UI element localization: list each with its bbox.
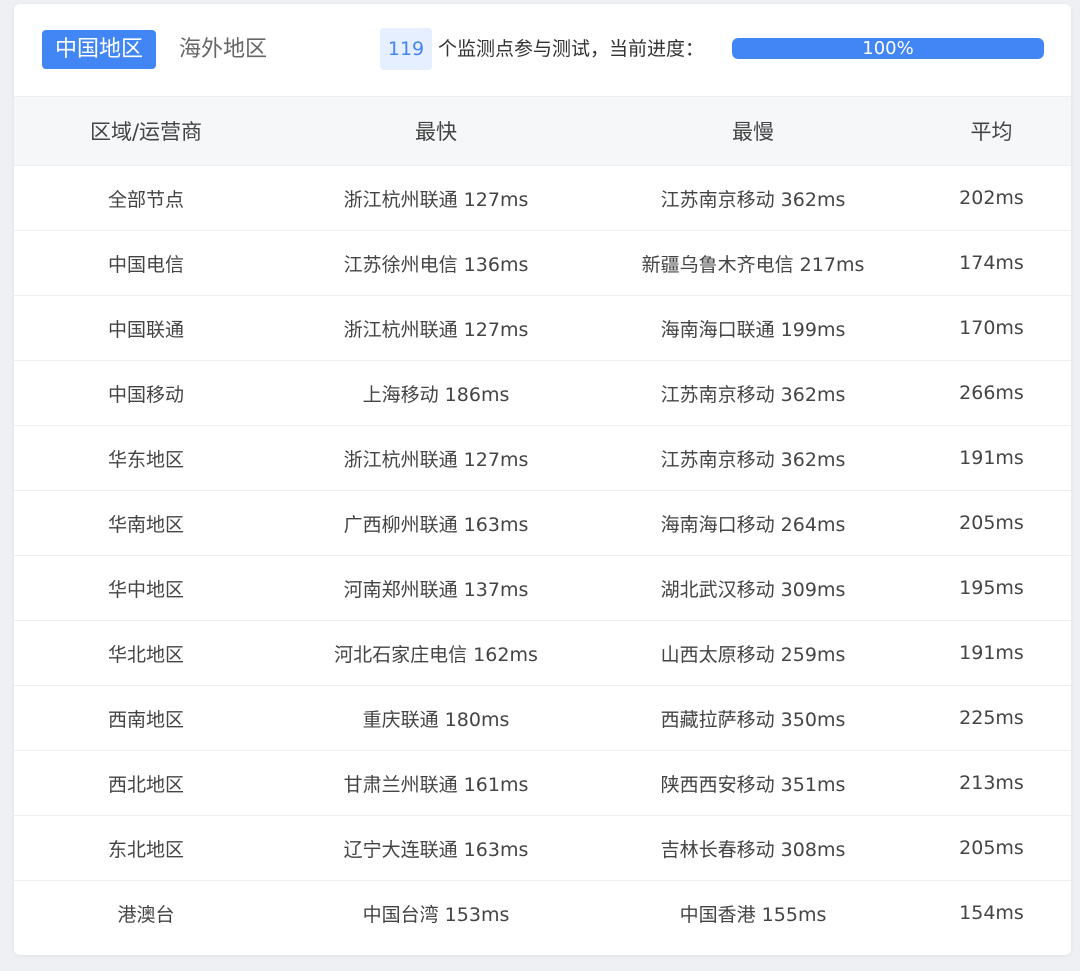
results-table: 区域/运营商 最快 最慢 平均 全部节点 浙江杭州联通 127ms 江苏南京移动 3… [14, 96, 1071, 946]
column-header-average: 平均 [912, 96, 1071, 166]
fastest-cell: 河北石家庄电信 162ms [278, 620, 594, 686]
average-cell: 191ms [912, 425, 1071, 491]
average-cell: 174ms [912, 230, 1071, 296]
region-cell: 东北地区 [14, 815, 278, 881]
table-row: 华北地区 河北石家庄电信 162ms 山西太原移动 259ms 191ms [14, 620, 1071, 686]
average-cell: 154ms [959, 902, 1024, 925]
column-header-slowest: 最慢 [594, 96, 912, 166]
region-cell: 中国联通 [14, 295, 278, 361]
progress-percent: 100% [862, 38, 914, 59]
average-cell: 202ms [912, 165, 1071, 231]
region-cell: 华北地区 [14, 620, 278, 686]
table-header-row: 区域/运营商 最快 最慢 平均 [14, 96, 1071, 166]
progress-bar: 100% [732, 38, 1044, 59]
region-cell: 华南地区 [14, 490, 278, 556]
fastest-cell: 江苏徐州电信 136ms [278, 230, 594, 296]
slowest-cell: 海南海口移动 264ms [594, 490, 912, 556]
fastest-cell: 甘肃兰州联通 161ms [278, 750, 594, 816]
results-card: 中国地区 海外地区 119 个监测点参与测试，当前进度： 100% 区域/运营商… [14, 4, 1071, 955]
region-cell: 华中地区 [14, 555, 278, 621]
fastest-cell: 上海移动 186ms [278, 360, 594, 426]
table-row: 华中地区 河南郑州联通 137ms 湖北武汉移动 309ms 195ms [14, 555, 1071, 621]
table-row: 全部节点 浙江杭州联通 127ms 江苏南京移动 362ms 202ms [14, 165, 1071, 231]
region-cell: 华东地区 [14, 425, 278, 491]
table-row: 华南地区 广西柳州联通 163ms 海南海口移动 264ms 205ms [14, 490, 1071, 556]
slowest-cell: 吉林长春移动 308ms [594, 815, 912, 881]
slowest-cell: 西藏拉萨移动 350ms [594, 685, 912, 751]
slowest-cell: 中国香港 155ms [679, 903, 827, 926]
table-row: 港澳台 中国台湾 153ms 中国香港 155ms 154ms [14, 881, 1071, 946]
column-header-region: 区域/运营商 [14, 96, 278, 166]
monitor-count-badge: 119 [380, 28, 432, 70]
fastest-cell: 浙江杭州联通 127ms [278, 425, 594, 491]
table-body: 全部节点 浙江杭州联通 127ms 江苏南京移动 362ms 202ms 中国电信 江苏徐… [14, 165, 1071, 946]
average-cell: 205ms [912, 815, 1071, 881]
region-cell: 中国电信 [14, 230, 278, 296]
slowest-cell: 江苏南京移动 362ms [594, 425, 912, 491]
region-cell: 中国移动 [14, 360, 278, 426]
fastest-cell: 辽宁大连联通 163ms [278, 815, 594, 881]
fastest-cell: 广西柳州联通 163ms [278, 490, 594, 556]
slowest-cell: 新疆乌鲁木齐电信 217ms [594, 230, 912, 296]
average-cell: 205ms [912, 490, 1071, 556]
average-cell: 213ms [912, 750, 1071, 816]
fastest-cell: 浙江杭州联通 127ms [278, 165, 594, 231]
average-cell: 170ms [912, 295, 1071, 361]
fastest-cell: 重庆联通 180ms [278, 685, 594, 751]
slowest-cell: 湖北武汉移动 309ms [594, 555, 912, 621]
table-row: 中国联通 浙江杭州联通 127ms 海南海口联通 199ms 170ms [14, 295, 1071, 361]
region-cell: 全部节点 [14, 165, 278, 231]
region-cell: 西北地区 [14, 750, 278, 816]
average-cell: 225ms [912, 685, 1071, 751]
table-row: 西南地区 重庆联通 180ms 西藏拉萨移动 350ms 225ms [14, 685, 1071, 751]
results-header: 中国地区 海外地区 119 个监测点参与测试，当前进度： 100% [14, 4, 1071, 96]
average-cell: 195ms [912, 555, 1071, 621]
fastest-cell: 中国台湾 153ms [362, 903, 510, 926]
region-cell: 西南地区 [14, 685, 278, 751]
tab-china[interactable]: 中国地区 [42, 30, 156, 69]
table-row: 华东地区 浙江杭州联通 127ms 江苏南京移动 362ms 191ms [14, 425, 1071, 491]
table-row: 中国电信 江苏徐州电信 136ms 新疆乌鲁木齐电信 217ms 174ms [14, 230, 1071, 296]
table-row: 西北地区 甘肃兰州联通 161ms 陕西西安移动 351ms 213ms [14, 750, 1071, 816]
average-cell: 266ms [912, 360, 1071, 426]
slowest-cell: 陕西西安移动 351ms [594, 750, 912, 816]
fastest-cell: 浙江杭州联通 127ms [278, 295, 594, 361]
table-row: 东北地区 辽宁大连联通 163ms 吉林长春移动 308ms 205ms [14, 815, 1071, 881]
average-cell: 191ms [912, 620, 1071, 686]
column-header-fastest: 最快 [278, 96, 594, 166]
table-row: 中国移动 上海移动 186ms 江苏南京移动 362ms 266ms [14, 360, 1071, 426]
slowest-cell: 山西太原移动 259ms [594, 620, 912, 686]
region-cell: 港澳台 [117, 903, 175, 926]
tab-overseas[interactable]: 海外地区 [179, 30, 267, 69]
fastest-cell: 河南郑州联通 137ms [278, 555, 594, 621]
progress-text: 个监测点参与测试，当前进度： [438, 38, 705, 60]
slowest-cell: 海南海口联通 199ms [594, 295, 912, 361]
slowest-cell: 江苏南京移动 362ms [594, 360, 912, 426]
slowest-cell: 江苏南京移动 362ms [594, 165, 912, 231]
